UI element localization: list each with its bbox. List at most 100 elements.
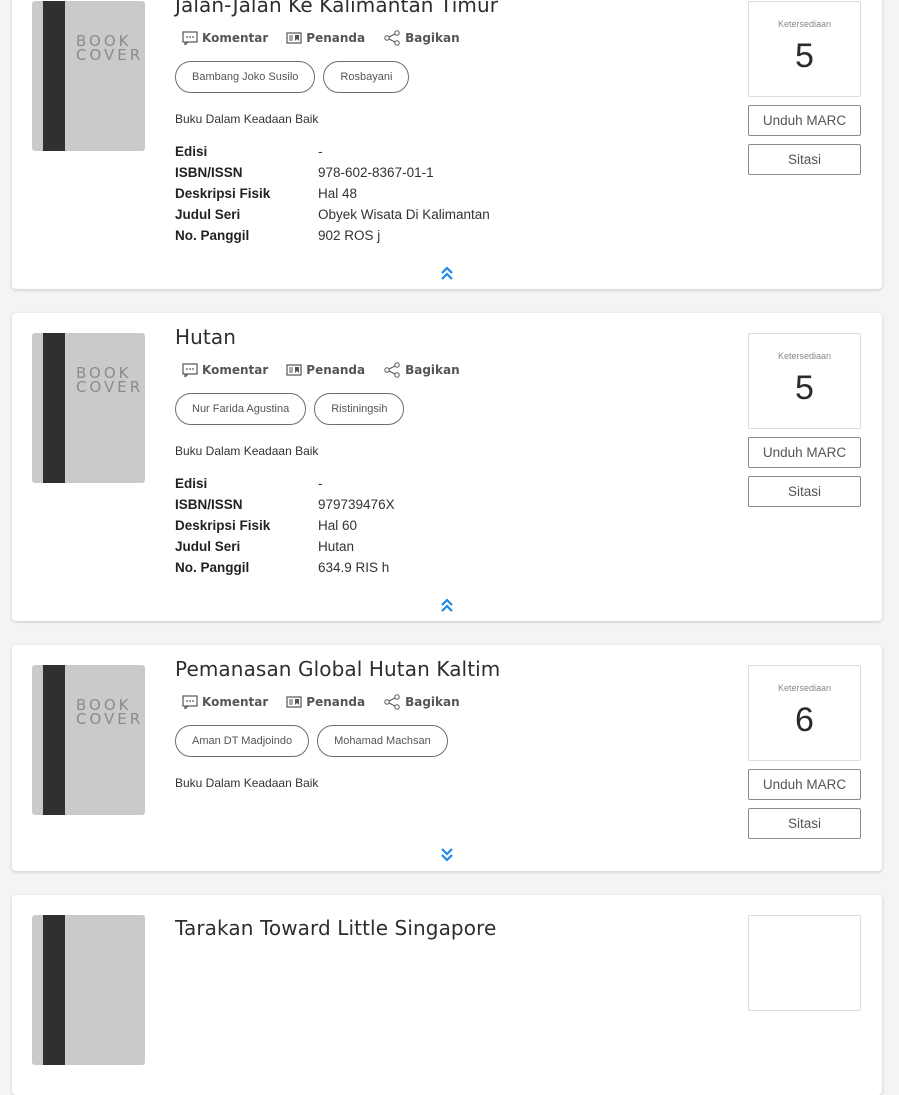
detail-row-physical: Deskripsi Fisik Hal 48 xyxy=(175,183,490,204)
book-card: BOOK COVER Jalan-Jalan Ke Kalimantan Tim… xyxy=(12,0,882,289)
cover-placeholder-text: BOOK COVER xyxy=(76,366,144,396)
share-action[interactable]: Bagikan xyxy=(383,362,460,378)
comment-action[interactable]: Komentar xyxy=(182,694,268,710)
edition-value: - xyxy=(318,144,323,159)
share-action[interactable]: Bagikan xyxy=(383,694,460,710)
bookmark-action[interactable]: Penanda xyxy=(286,30,365,46)
download-marc-button[interactable]: Unduh MARC xyxy=(748,105,861,136)
physical-value: Hal 60 xyxy=(318,518,358,533)
share-icon xyxy=(384,362,400,378)
author-chip[interactable]: Bambang Joko Susilo xyxy=(175,61,316,93)
detail-row-series: Judul Seri Obyek Wisata Di Kalimantan xyxy=(175,204,490,225)
bookmark-action[interactable]: Penanda xyxy=(286,694,365,710)
cover-spine xyxy=(43,333,65,483)
availability-box: Ketersediaan 6 xyxy=(748,665,861,761)
comment-icon xyxy=(182,695,198,709)
book-card: BOOK COVER Hutan Komentar Penanda Bagika… xyxy=(12,313,882,621)
bookmark-label: Penanda xyxy=(306,31,366,45)
share-action[interactable]: Bagikan xyxy=(383,30,460,46)
book-actions: Komentar Penanda Bagikan xyxy=(182,362,478,378)
cite-button[interactable]: Sitasi xyxy=(748,476,861,507)
share-icon xyxy=(384,694,400,710)
author-list: Aman DT Madjoindo Mohamad Machsan xyxy=(175,725,456,757)
download-marc-button[interactable]: Unduh MARC xyxy=(748,437,861,468)
book-condition: Buku Dalam Keadaan Baik xyxy=(175,112,319,126)
book-title[interactable]: Hutan xyxy=(175,325,236,349)
detail-row-physical: Deskripsi Fisik Hal 60 xyxy=(175,515,395,536)
detail-row-isbn: ISBN/ISSN 978-602-8367-01-1 xyxy=(175,162,490,183)
series-value: Hutan xyxy=(318,539,355,554)
share-icon xyxy=(384,30,400,46)
edition-label: Edisi xyxy=(175,144,208,159)
collapse-chevrons-up-icon[interactable] xyxy=(439,265,455,281)
book-title[interactable]: Tarakan Toward Little Singapore xyxy=(175,916,496,940)
detail-row-series: Judul Seri Hutan xyxy=(175,536,395,557)
book-cover-image[interactable]: BOOK COVER xyxy=(32,333,145,483)
comment-icon xyxy=(182,363,198,377)
availability-label: Ketersediaan xyxy=(777,683,832,693)
author-chip[interactable]: Aman DT Madjoindo xyxy=(175,725,310,757)
isbn-value: 978-602-8367-01-1 xyxy=(318,165,434,180)
cover-spine xyxy=(43,665,65,815)
availability-box xyxy=(748,915,861,1011)
detail-row-callno: No. Panggil 902 ROS j xyxy=(175,225,490,246)
cover-text-line2: COVER xyxy=(76,710,144,728)
bookmark-icon xyxy=(286,32,302,44)
detail-row-callno: No. Panggil 634.9 RIS h xyxy=(175,557,395,578)
bookmark-label: Penanda xyxy=(306,363,366,377)
availability-count: 5 xyxy=(795,37,814,75)
comment-action[interactable]: Komentar xyxy=(182,362,268,378)
callno-label: No. Panggil xyxy=(175,228,250,243)
author-chip[interactable]: Ristiningsih xyxy=(314,393,405,425)
download-marc-button[interactable]: Unduh MARC xyxy=(748,769,861,800)
cover-placeholder-text: BOOK COVER xyxy=(76,698,144,728)
series-value: Obyek Wisata Di Kalimantan xyxy=(318,207,490,222)
series-label: Judul Seri xyxy=(175,207,241,222)
book-card: BOOK COVER Pemanasan Global Hutan Kaltim… xyxy=(12,645,882,871)
book-cover-image[interactable] xyxy=(32,915,145,1065)
author-chip[interactable]: Rosbayani xyxy=(323,61,410,93)
availability-count: 5 xyxy=(795,369,814,407)
book-title[interactable]: Pemanasan Global Hutan Kaltim xyxy=(175,657,500,681)
book-condition: Buku Dalam Keadaan Baik xyxy=(175,776,319,790)
book-cover-image[interactable]: BOOK COVER xyxy=(32,1,145,151)
collapse-chevrons-up-icon[interactable] xyxy=(439,597,455,613)
edition-value: - xyxy=(318,476,323,491)
detail-row-edition: Edisi - xyxy=(175,141,490,162)
comment-action[interactable]: Komentar xyxy=(182,30,268,46)
book-cover-image[interactable]: BOOK COVER xyxy=(32,665,145,815)
cover-text-line2: COVER xyxy=(76,46,144,64)
cover-spine xyxy=(43,1,65,151)
bookmark-icon xyxy=(286,364,302,376)
book-condition: Buku Dalam Keadaan Baik xyxy=(175,444,319,458)
physical-label: Deskripsi Fisik xyxy=(175,186,271,201)
comment-label: Komentar xyxy=(202,695,269,709)
cover-text-line2: COVER xyxy=(76,378,144,396)
comment-icon xyxy=(182,31,198,45)
cite-button[interactable]: Sitasi xyxy=(748,808,861,839)
availability-box: Ketersediaan 5 xyxy=(748,333,861,429)
comment-label: Komentar xyxy=(202,363,269,377)
detail-row-isbn: ISBN/ISSN 979739476X xyxy=(175,494,395,515)
share-label: Bagikan xyxy=(405,363,460,377)
book-actions: Komentar Penanda Bagikan xyxy=(182,30,478,46)
book-details: Edisi - ISBN/ISSN 978-602-8367-01-1 Deskri… xyxy=(175,141,490,246)
availability-box: Ketersediaan 5 xyxy=(748,1,861,97)
author-list: Bambang Joko Susilo Rosbayani xyxy=(175,61,417,93)
detail-row-edition: Edisi - xyxy=(175,473,395,494)
author-chip[interactable]: Mohamad Machsan xyxy=(317,725,448,757)
availability-count: 6 xyxy=(795,701,814,739)
series-label: Judul Seri xyxy=(175,539,241,554)
cover-spine xyxy=(43,915,65,1065)
physical-value: Hal 48 xyxy=(318,186,358,201)
book-title[interactable]: Jalan-Jalan Ke Kalimantan Timur xyxy=(175,0,498,17)
cite-button[interactable]: Sitasi xyxy=(748,144,861,175)
share-label: Bagikan xyxy=(405,695,460,709)
expand-chevrons-down-icon[interactable] xyxy=(439,847,455,863)
isbn-label: ISBN/ISSN xyxy=(175,497,243,512)
bookmark-action[interactable]: Penanda xyxy=(286,362,365,378)
author-chip[interactable]: Nur Farida Agustina xyxy=(175,393,307,425)
comment-label: Komentar xyxy=(202,31,269,45)
isbn-label: ISBN/ISSN xyxy=(175,165,243,180)
cover-placeholder-text: BOOK COVER xyxy=(76,34,144,64)
